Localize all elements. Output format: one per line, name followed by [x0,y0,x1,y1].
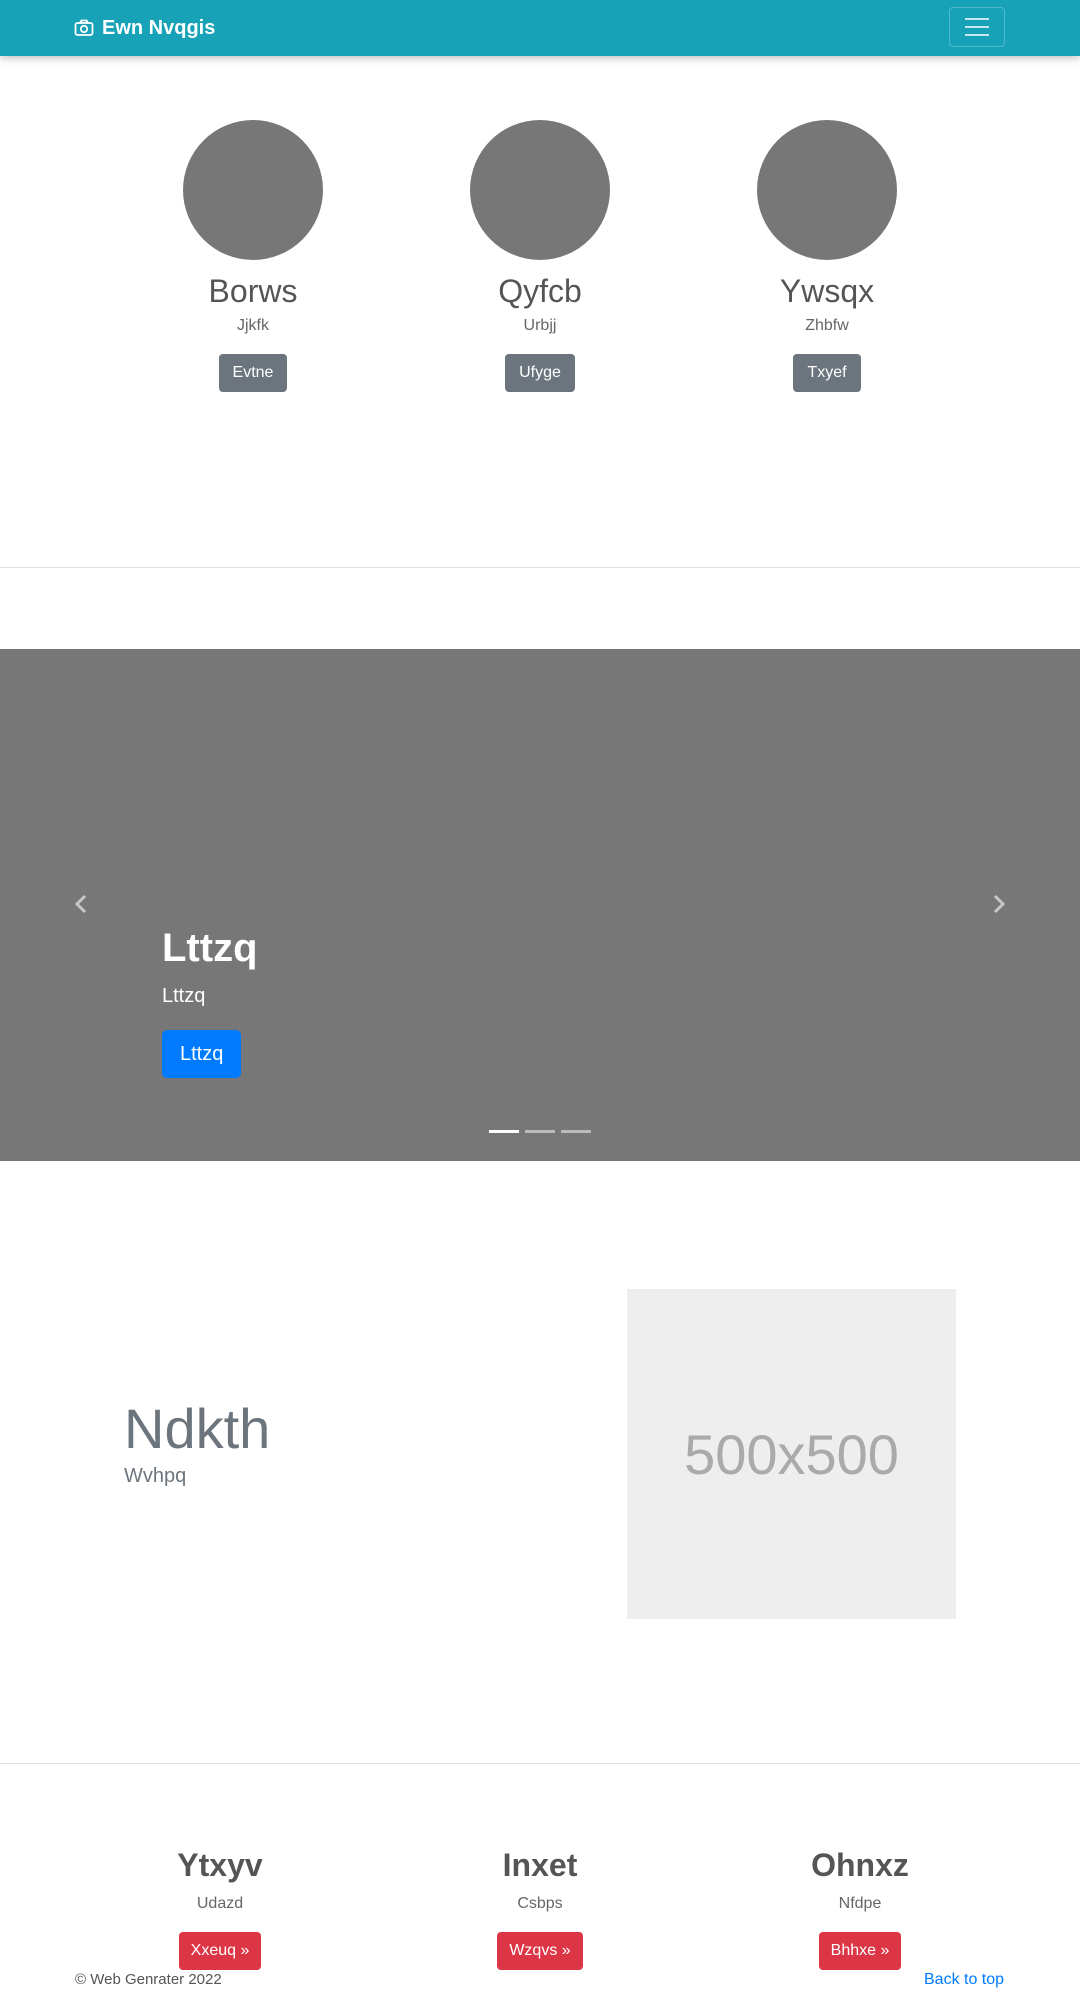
divider [0,1763,1080,1764]
placeholder-image: 500x500 [627,1289,956,1619]
avatar [470,120,610,260]
profile-name: Qyfcb [498,273,582,309]
navbar: Ewn Nvqgis [0,0,1080,56]
profile-card: Borws Jjkfk Evtne [103,120,403,392]
profile-subtitle: Jjkfk [237,317,269,334]
profile-button[interactable]: Evtne [218,354,288,392]
profile-subtitle: Urbjj [523,317,557,334]
column-text: Nfdpe [838,1895,882,1912]
profile-card: Qyfcb Urbjj Ufyge [390,120,690,392]
column-heading: Ohnxz [811,1847,909,1883]
carousel-title: Lttzq [162,926,258,970]
column-button[interactable]: Bhhxe » [818,1932,902,1970]
carousel-indicator[interactable] [525,1130,555,1133]
profile-name: Borws [208,273,298,309]
carousel-next-button[interactable] [984,889,1014,919]
carousel-indicator[interactable] [489,1130,519,1133]
avatar [183,120,323,260]
carousel-caption: Lttzq Lttzq Lttzq [162,924,258,1078]
carousel-text: Lttzq [162,985,206,1007]
carousel: Lttzq Lttzq Lttzq [0,649,1080,1161]
footer-copyright: © Web Genrater 2022 [75,1971,222,1988]
feature-lead: Wvhpq [124,1465,187,1487]
column-button[interactable]: Xxeuq » [178,1932,262,1970]
column-heading: Ytxyv [177,1847,263,1883]
marketing-column: Ytxyv Udazd Xxeuq » [70,1846,370,1970]
profile-name: Ywsqx [779,273,875,309]
hamburger-icon [965,18,989,20]
brand-text: Ewn Nvqgis [102,16,216,39]
chevron-left-icon [74,894,87,914]
brand-link[interactable]: Ewn Nvqgis [74,14,215,42]
profile-subtitle: Zhbfw [805,317,849,334]
back-to-top-link[interactable]: Back to top [924,1970,1004,1990]
column-button[interactable]: Wzqvs » [497,1932,583,1970]
column-text: Csbps [517,1895,563,1912]
camera-icon [74,19,94,36]
column-text: Udazd [196,1895,244,1912]
carousel-indicators [489,1130,591,1133]
profile-card: Ywsqx Zhbfw Txyef [677,120,977,392]
marketing-column: Inxet Csbps Wzqvs » [390,1846,690,1970]
chevron-right-icon [993,894,1006,914]
column-heading: Inxet [502,1847,578,1883]
profile-button[interactable]: Ufyge [505,354,575,392]
divider [0,567,1080,568]
navbar-toggler-button[interactable] [949,7,1005,47]
feature-heading: Ndkth [124,1397,271,1460]
carousel-prev-button[interactable] [66,889,96,919]
avatar [757,120,897,260]
carousel-indicator[interactable] [561,1130,591,1133]
profile-button[interactable]: Txyef [793,354,861,392]
placeholder-label: 500x500 [684,1422,899,1486]
carousel-button[interactable]: Lttzq [162,1030,242,1078]
marketing-column: Ohnxz Nfdpe Bhhxe » [710,1846,1010,1970]
